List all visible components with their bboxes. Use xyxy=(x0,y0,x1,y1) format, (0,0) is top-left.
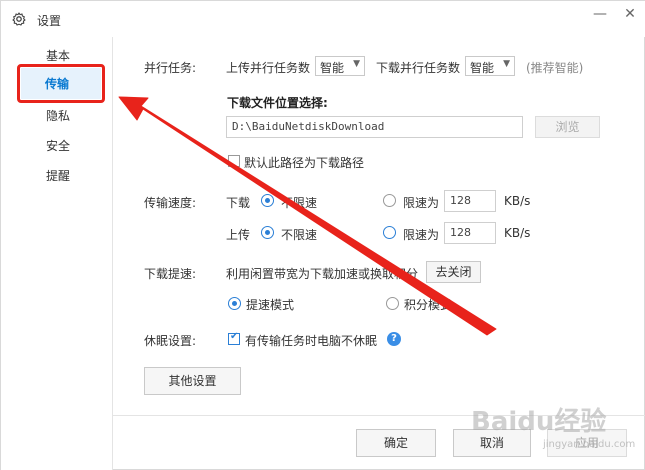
watermark-logo: Baidu经验 jingyan.baidu.com xyxy=(471,399,645,470)
watermark-text: Baidu经验 xyxy=(471,407,607,437)
settings-window: 设置 — ✕ 基本 传输 隐私 安全 提醒 传输 并行任务: 上传并行任务数 智… xyxy=(0,0,645,470)
watermark-subtext: jingyan.baidu.com xyxy=(543,439,636,450)
